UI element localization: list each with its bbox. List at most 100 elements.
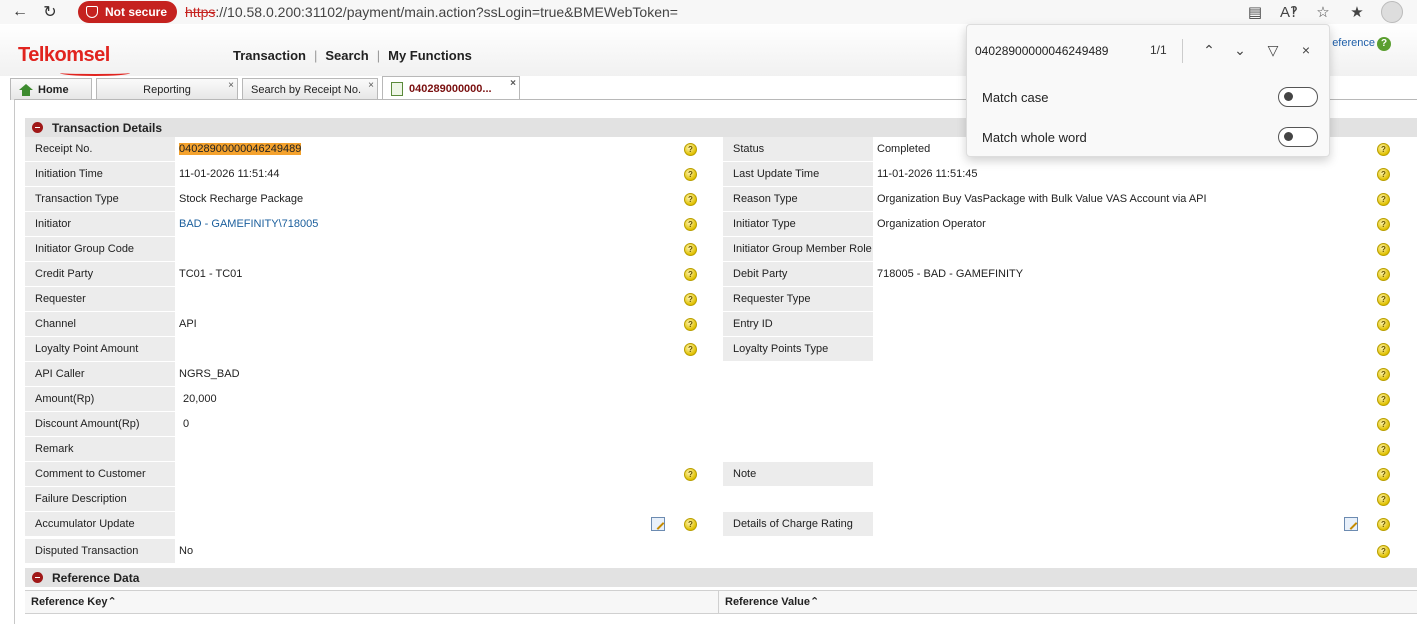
read-aloud-icon[interactable]: A‽ xyxy=(1279,2,1299,22)
help-icon[interactable]: ? xyxy=(1377,293,1390,306)
detail-row: Discount Amount(Rp) 0? xyxy=(25,412,1417,436)
field-label: Details of Charge Rating xyxy=(723,512,873,536)
field-label: Discount Amount(Rp) xyxy=(25,412,175,436)
field-label: Initiation Time xyxy=(25,162,175,186)
help-icon[interactable]: ? xyxy=(684,243,697,256)
help-icon[interactable]: ? xyxy=(1377,368,1390,381)
field-value: Organization Operator xyxy=(877,218,986,230)
help-icon[interactable]: ? xyxy=(684,318,697,331)
help-icon[interactable]: ? xyxy=(1377,493,1390,506)
tab-search-receipt[interactable]: Search by Receipt No. × xyxy=(242,78,378,100)
close-icon[interactable]: × xyxy=(1296,40,1316,60)
back-icon[interactable]: ← xyxy=(10,2,30,22)
field-label: Amount(Rp) xyxy=(25,387,175,411)
help-icon[interactable]: ? xyxy=(1377,393,1390,406)
help-icon[interactable]: ? xyxy=(684,143,697,156)
detail-row: Comment to Customer? Note? xyxy=(25,462,1417,486)
translate-icon[interactable]: ▤ xyxy=(1245,2,1265,22)
menu-search[interactable]: Search xyxy=(325,48,368,63)
find-match-count: 1/1 xyxy=(1150,43,1167,57)
shield-icon xyxy=(86,6,98,18)
field-value: Organization Buy VasPackage with Bulk Va… xyxy=(877,193,1207,205)
column-label: Reference Value xyxy=(725,596,810,608)
reference-link[interactable]: eference xyxy=(1332,37,1375,49)
next-match-icon[interactable]: ⌄ xyxy=(1230,40,1250,60)
field-label: Accumulator Update xyxy=(25,512,175,536)
avatar[interactable] xyxy=(1381,1,1403,23)
field-value: TC01 - TC01 xyxy=(179,268,243,280)
tab-home[interactable]: Home xyxy=(10,78,92,100)
help-icon[interactable]: ? xyxy=(684,518,697,531)
detail-row: Transaction Type Stock Recharge Package? R… xyxy=(25,187,1417,211)
field-value: 718005 - BAD - GAMEFINITY xyxy=(877,268,1024,280)
help-icon[interactable]: ? xyxy=(1377,343,1390,356)
address-bar[interactable]: https://10.58.0.200:31102/payment/main.a… xyxy=(185,4,678,20)
help-icon[interactable]: ? xyxy=(684,468,697,481)
help-icon[interactable]: ? xyxy=(1377,37,1391,51)
menu-my-functions[interactable]: My Functions xyxy=(388,48,472,63)
help-icon[interactable]: ? xyxy=(1377,545,1390,558)
help-icon[interactable]: ? xyxy=(1377,243,1390,256)
edit-icon[interactable] xyxy=(1344,517,1358,531)
help-icon[interactable]: ? xyxy=(1377,418,1390,431)
field-label: Last Update Time xyxy=(723,162,873,186)
field-value: 11-01-2026 11:51:44 xyxy=(179,168,280,180)
close-icon[interactable]: × xyxy=(368,80,374,91)
initiator-link[interactable]: BAD - GAMEFINITY\718005 xyxy=(175,212,665,236)
collapse-icon[interactable] xyxy=(32,122,43,133)
help-icon[interactable]: ? xyxy=(1377,218,1390,231)
help-icon[interactable]: ? xyxy=(684,268,697,281)
column-reference-key[interactable]: Reference Key⌃ xyxy=(25,591,719,613)
close-icon[interactable]: × xyxy=(510,78,516,89)
field-value: 11-01-2026 11:51:45 xyxy=(877,168,978,180)
field-value xyxy=(175,337,665,361)
close-icon[interactable]: × xyxy=(228,80,234,91)
security-label: Not secure xyxy=(105,5,168,19)
telkomsel-logo[interactable]: Telkomsel xyxy=(18,44,110,67)
filter-icon[interactable]: ▽ xyxy=(1263,40,1283,60)
help-icon[interactable]: ? xyxy=(684,293,697,306)
edit-icon[interactable] xyxy=(651,517,665,531)
help-icon[interactable]: ? xyxy=(684,193,697,206)
field-label: Channel xyxy=(25,312,175,336)
collapse-icon[interactable] xyxy=(32,572,43,583)
help-icon[interactable]: ? xyxy=(1377,193,1390,206)
help-icon[interactable]: ? xyxy=(684,343,697,356)
field-value xyxy=(873,512,1353,536)
field-label: Reason Type xyxy=(723,187,873,211)
previous-match-icon[interactable]: ⌃ xyxy=(1199,40,1219,60)
help-icon[interactable]: ? xyxy=(1377,443,1390,456)
help-icon[interactable]: ? xyxy=(1377,468,1390,481)
field-value xyxy=(873,462,1353,486)
menu-transaction[interactable]: Transaction xyxy=(233,48,306,63)
help-icon[interactable]: ? xyxy=(1377,168,1390,181)
tab-receipt-detail[interactable]: 040289000000... × xyxy=(382,76,520,100)
field-label: Entry ID xyxy=(723,312,873,336)
help-icon[interactable]: ? xyxy=(1377,518,1390,531)
detail-row: Initiator Group Code? Initiator Group Mem… xyxy=(25,237,1417,261)
help-icon[interactable]: ? xyxy=(684,168,697,181)
match-case-toggle[interactable] xyxy=(1278,87,1318,107)
field-value: 04028900000046249489 xyxy=(175,137,665,161)
detail-row: Amount(Rp) 20,000? xyxy=(25,387,1417,411)
field-value: 0 xyxy=(183,418,190,430)
field-label: Disputed Transaction xyxy=(25,539,175,563)
main-content: Transaction Details Receipt No. 040289000… xyxy=(14,99,1417,624)
help-icon[interactable]: ? xyxy=(684,218,697,231)
tab-reporting[interactable]: Reporting × xyxy=(96,78,238,100)
match-whole-word-toggle[interactable] xyxy=(1278,127,1318,147)
star-icon[interactable]: ☆ xyxy=(1313,2,1333,22)
reference-data-header[interactable]: Reference Data xyxy=(25,568,1417,587)
field-value: Stock Recharge Package xyxy=(179,193,304,205)
menu-separator: | xyxy=(313,48,318,63)
favorites-icon[interactable]: ★ xyxy=(1347,2,1367,22)
column-reference-value[interactable]: Reference Value⌃ xyxy=(719,591,1417,613)
help-icon[interactable]: ? xyxy=(1377,268,1390,281)
field-label: Receipt No. xyxy=(25,137,175,161)
find-input[interactable] xyxy=(975,40,1145,62)
reload-icon[interactable]: ↻ xyxy=(40,2,60,22)
security-badge[interactable]: Not secure xyxy=(78,1,178,23)
field-label: Debit Party xyxy=(723,262,873,286)
help-icon[interactable]: ? xyxy=(1377,143,1390,156)
help-icon[interactable]: ? xyxy=(1377,318,1390,331)
